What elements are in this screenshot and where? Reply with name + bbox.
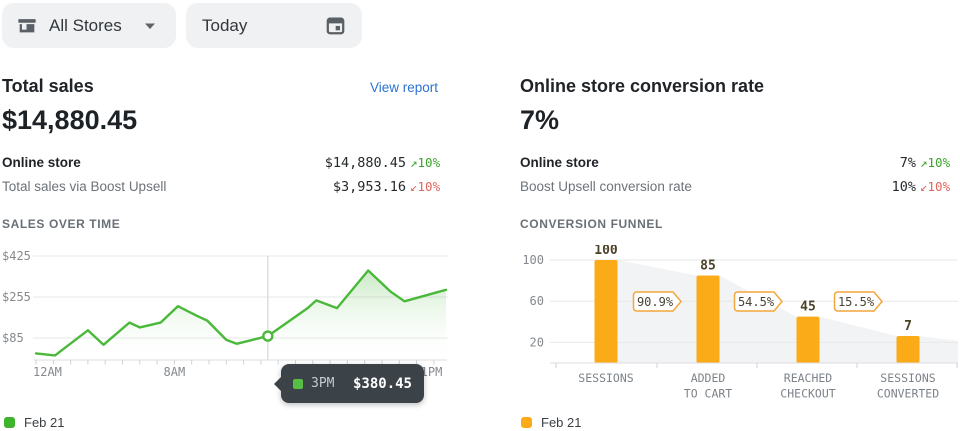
y-axis-tick-label: 60 <box>530 294 544 308</box>
metric-value: 7% <box>900 155 916 171</box>
funnel-category-label: TO CART <box>684 387 733 401</box>
view-report-link[interactable]: View report <box>370 80 438 95</box>
conversion-rate-card: Online store conversion rate 7% Online s… <box>518 52 960 431</box>
y-axis-tick-label: $85 <box>2 331 24 345</box>
topbar: All Stores Today <box>0 0 960 52</box>
sales-area-fill <box>36 271 446 361</box>
metric-row-boost-upsell-sales: Total sales via Boost Upsell $3,953.16 ↙… <box>2 177 450 197</box>
tooltip-series-chip <box>293 379 303 389</box>
tooltip-time: 3PM <box>311 376 334 391</box>
funnel-bar <box>697 275 720 363</box>
metric-label: Boost Upsell conversion rate <box>520 179 692 194</box>
drop-rate-label: 90.9% <box>637 295 674 309</box>
store-selector-label: All Stores <box>49 16 122 36</box>
drop-rate-label: 15.5% <box>838 295 875 309</box>
metric-row-online-store-sales: Online store $14,880.45 ↗10% <box>2 153 450 173</box>
metric-row-online-store-conversion: Online store 7% ↗10% <box>520 153 960 173</box>
funnel-bar <box>897 336 920 363</box>
metric-delta-down: ↙10% <box>920 179 960 194</box>
funnel-category-label: SESSIONS <box>880 371 935 385</box>
arrow-down-icon: ↙ <box>410 179 418 194</box>
chart-tooltip: 3PM $380.45 <box>281 364 424 403</box>
total-sales-amount: $14,880.45 <box>2 105 137 136</box>
legend-color-chip <box>4 417 15 428</box>
legend-label: Feb 21 <box>541 415 581 430</box>
funnel-bar <box>595 260 618 363</box>
conversion-funnel-label: CONVERSION FUNNEL <box>520 217 663 231</box>
legend-color-chip <box>521 417 532 428</box>
drop-rate-label: 54.5% <box>738 295 775 309</box>
conversion-amount: 7% <box>520 105 559 136</box>
arrow-up-icon: ↗ <box>920 155 928 170</box>
legend-label: Feb 21 <box>24 415 64 430</box>
metric-label: Online store <box>2 155 81 170</box>
arrow-up-icon: ↗ <box>410 155 418 170</box>
arrow-down-icon: ↙ <box>920 179 928 194</box>
total-sales-card: Total sales View report $14,880.45 Onlin… <box>0 52 450 431</box>
hover-point-marker <box>263 332 272 341</box>
date-range-label: Today <box>202 16 247 36</box>
metric-delta-up: ↗10% <box>920 155 960 170</box>
metric-value: $14,880.45 <box>325 155 406 171</box>
funnel-legend: Feb 21 <box>521 415 581 430</box>
y-axis-tick-label: 100 <box>522 253 544 267</box>
bar-value-label: 7 <box>904 319 912 334</box>
metric-delta-down: ↙10% <box>410 179 450 194</box>
funnel-bar <box>797 317 820 363</box>
x-axis-tick-label: 12AM <box>33 365 62 379</box>
conversion-funnel-chart[interactable]: 100 60 20 100 85 45 7 90.9% 54.5% 15.5% SESSIONS AD… <box>518 245 960 407</box>
sales-over-time-label: SALES OVER TIME <box>2 217 120 231</box>
total-sales-title: Total sales <box>2 76 94 97</box>
sales-legend: Feb 21 <box>4 415 64 430</box>
tooltip-value: $380.45 <box>353 376 412 392</box>
y-axis-tick-label: $425 <box>2 249 31 263</box>
sales-over-time-chart[interactable]: $425$255$8512AM8AM4PM11PM <box>0 248 450 383</box>
calendar-icon <box>325 15 346 36</box>
chevron-down-icon <box>144 22 156 30</box>
x-axis-tick-label: 8AM <box>164 365 186 379</box>
store-selector-button[interactable]: All Stores <box>2 3 176 48</box>
metric-value: $3,953.16 <box>333 179 406 195</box>
funnel-category-label: CONVERTED <box>877 387 939 401</box>
funnel-category-label: REACHED <box>784 371 833 385</box>
y-axis-tick-label: 20 <box>530 335 544 349</box>
metric-row-boost-upsell-conversion: Boost Upsell conversion rate 10% ↙10% <box>520 177 960 197</box>
y-axis-tick-label: $255 <box>2 290 31 304</box>
storefront-icon <box>16 15 38 37</box>
bar-value-label: 100 <box>594 245 618 258</box>
metric-delta-up: ↗10% <box>410 155 450 170</box>
funnel-category-label: CHECKOUT <box>780 387 835 401</box>
funnel-category-label: SESSIONS <box>578 371 633 385</box>
metric-label: Online store <box>520 155 599 170</box>
bar-value-label: 45 <box>800 300 816 315</box>
funnel-category-label: ADDED <box>691 371 726 385</box>
date-range-button[interactable]: Today <box>186 3 362 48</box>
conversion-title: Online store conversion rate <box>520 76 764 97</box>
metric-label: Total sales via Boost Upsell <box>2 179 166 194</box>
metric-value: 10% <box>892 179 916 195</box>
bar-value-label: 85 <box>700 258 716 273</box>
